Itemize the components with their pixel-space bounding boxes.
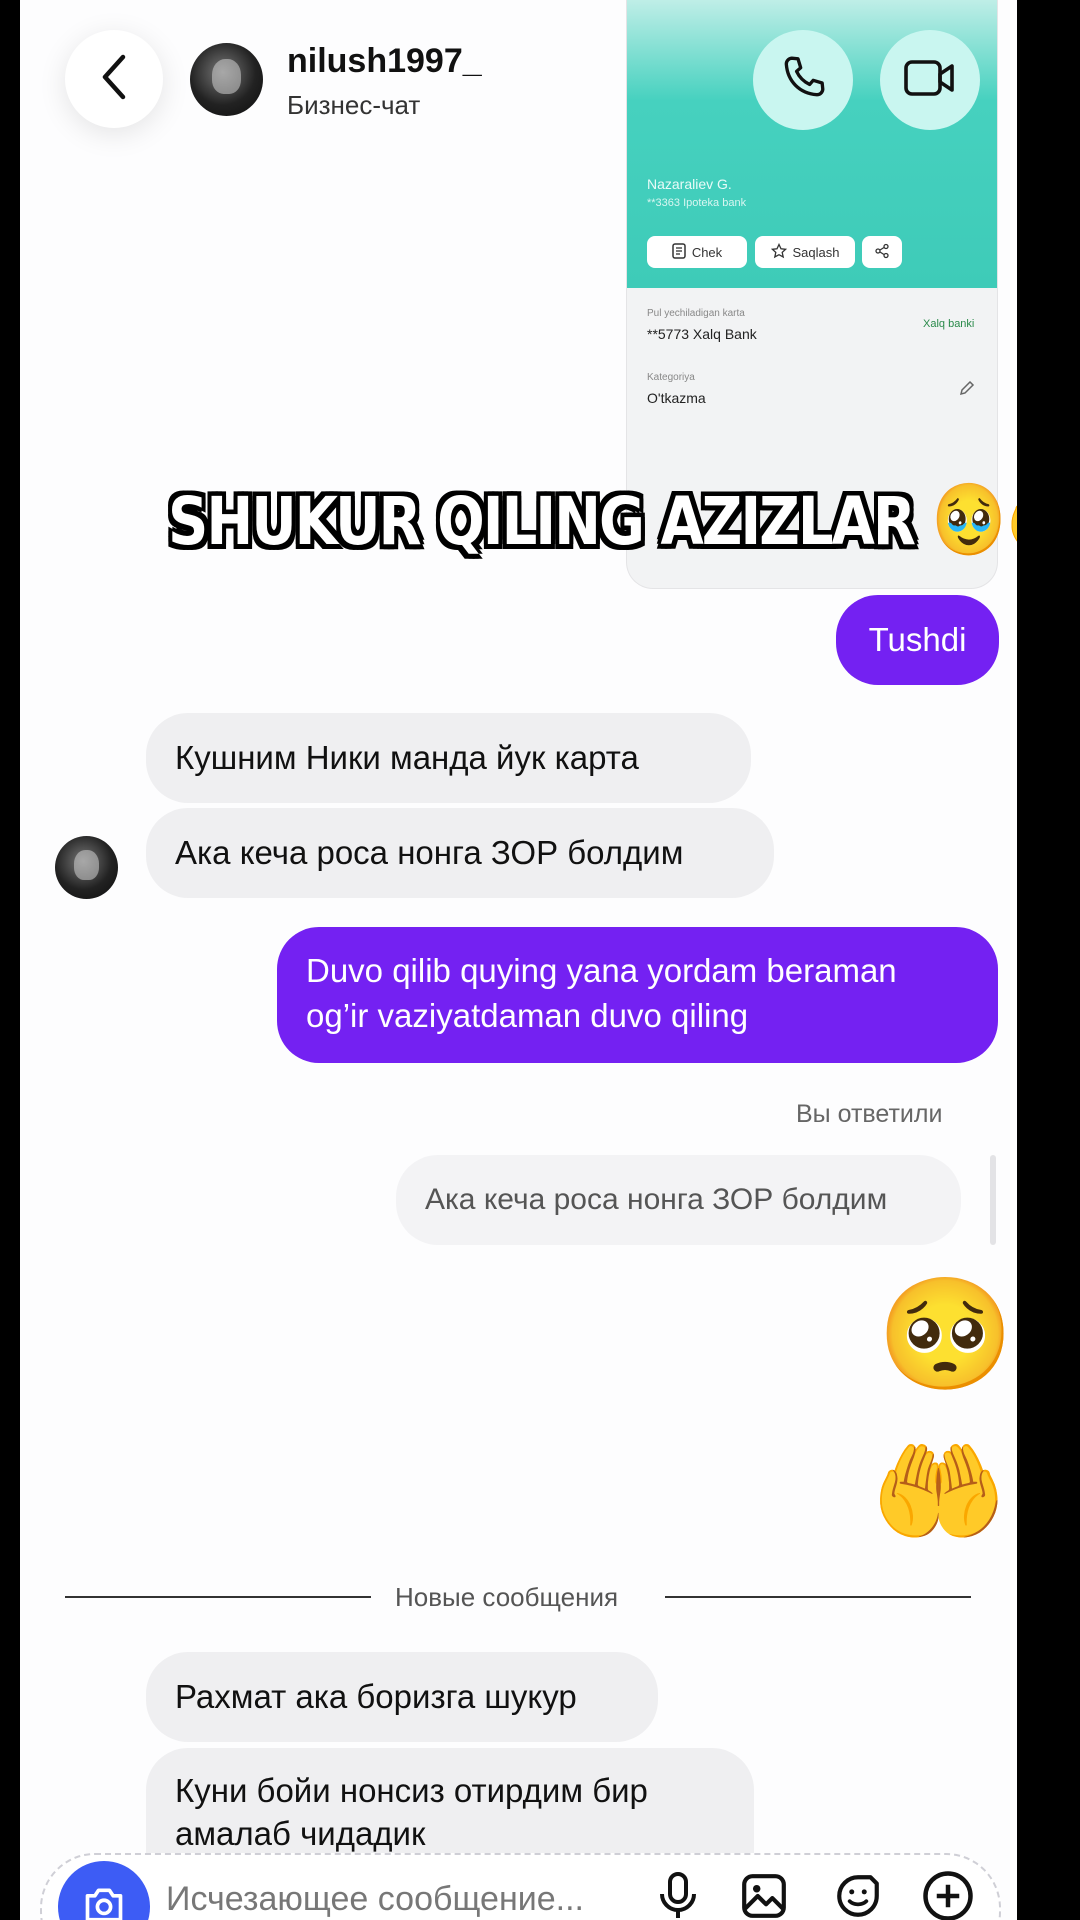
message-text: Кушним Ники манда йук карта: [175, 739, 639, 776]
caption-emoji: 🥹🤲: [931, 479, 1018, 562]
sticker-icon: [833, 1871, 883, 1920]
receipt-card-label: Pul yechiladigan karta: [647, 308, 745, 319]
edit-icon[interactable]: [957, 378, 977, 403]
video-caption-overlay: SHUKUR QILING AZIZLAR 🥹🤲: [168, 478, 1017, 562]
plus-circle-icon: [921, 1869, 975, 1920]
message-emoji[interactable]: 🥺: [877, 1280, 1014, 1390]
receipt-check-button[interactable]: Chek: [647, 236, 747, 268]
new-messages-divider: Новые сообщения: [395, 1582, 619, 1612]
receipt-recipient-account: **3363 Ipoteka bank: [647, 197, 747, 209]
message-outgoing[interactable]: Tushdi: [836, 595, 999, 685]
document-icon: [672, 242, 686, 262]
caption-text: SHUKUR QILING AZIZLAR: [168, 483, 916, 561]
sender-avatar[interactable]: [55, 836, 118, 899]
contact-avatar[interactable]: [190, 43, 263, 116]
receipt-category-value: O'tkazma: [647, 390, 706, 406]
microphone-icon: [656, 1870, 700, 1920]
sticker-button[interactable]: [828, 1868, 888, 1920]
receipt-card-value: **5773 Xalq Bank: [647, 326, 757, 342]
video-camera-icon: [902, 53, 958, 108]
message-text-line: Duvo qilib quying yana yordam beraman: [306, 952, 897, 989]
reply-quote[interactable]: Ака кеча роса нонга ЗОР болдим: [396, 1155, 961, 1245]
bank-logo: Xalq banki: [923, 318, 975, 330]
message-incoming[interactable]: Рахмат ака боризга шукур: [146, 1652, 658, 1742]
message-text-line: Куни бойи нонсиз отирдим бир: [175, 1772, 648, 1809]
add-button[interactable]: [918, 1868, 978, 1920]
microphone-button[interactable]: [648, 1868, 708, 1920]
message-incoming[interactable]: Кушним Ники манда йук карта: [146, 713, 751, 803]
image-icon: [739, 1871, 789, 1920]
receipt-category-label: Kategoriya: [647, 372, 695, 383]
video-call-button[interactable]: [880, 30, 980, 130]
star-icon: [770, 242, 787, 262]
message-text-line: og’ir vaziyatdaman duvo qiling: [306, 996, 749, 1034]
receipt-share-button[interactable]: [862, 236, 902, 268]
message-incoming[interactable]: Ака кеча роса нонга ЗОР болдим: [146, 808, 774, 898]
reply-meta-label: Вы ответили: [796, 1100, 943, 1128]
message-text: Ака кеча роса нонга ЗОР болдим: [175, 834, 684, 871]
divider-line-left: [65, 1596, 371, 1598]
receipt-save-button[interactable]: Saqlash: [755, 236, 855, 268]
chevron-left-icon: [99, 53, 129, 106]
camera-icon: [82, 1886, 126, 1920]
receipt-recipient-name: Nazaraliev G.: [647, 176, 732, 192]
contact-username[interactable]: nilush1997_: [287, 42, 482, 81]
back-button[interactable]: [65, 30, 163, 128]
message-emoji[interactable]: 🤲: [870, 1438, 1007, 1548]
voice-call-button[interactable]: [753, 30, 853, 130]
message-text: Tushdi: [868, 620, 967, 658]
phone-icon: [778, 53, 828, 108]
receipt-save-label: Saqlash: [792, 244, 840, 260]
gallery-button[interactable]: [734, 1868, 794, 1920]
reply-indicator-bar: [990, 1155, 996, 1245]
receipt-check-label: Chek: [691, 244, 723, 260]
message-text: Рахмат ака боризга шукур: [175, 1678, 577, 1715]
message-text-line: амалаб чидадик: [175, 1814, 426, 1852]
contact-subtitle: Бизнес-чат: [287, 90, 421, 120]
message-outgoing[interactable]: Duvo qilib quying yana yordam beraman og…: [277, 927, 998, 1063]
message-input[interactable]: Исчезающее сообщение...: [166, 1880, 584, 1919]
chat-screen: Nazaraliev G. **3363 Ipoteka bank Chek S…: [20, 0, 1017, 1920]
divider-line-right: [665, 1596, 971, 1598]
reply-quote-text: Ака кеча роса нонга ЗОР болдим: [425, 1183, 888, 1216]
share-icon: [874, 243, 890, 262]
